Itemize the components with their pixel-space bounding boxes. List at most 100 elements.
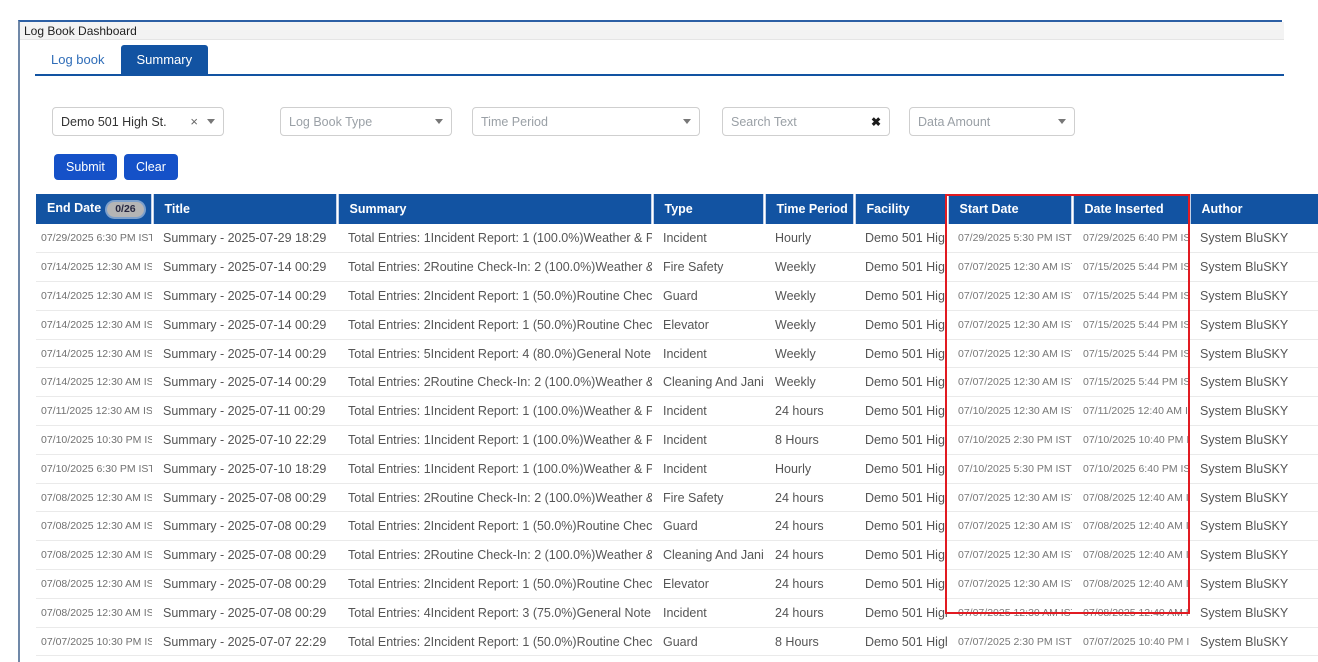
- cell-time-period: 8 Hours: [764, 627, 854, 656]
- cell-facility: Demo 501 High St.: [854, 310, 947, 339]
- cell-facility: Demo 501 High St.: [854, 253, 947, 282]
- summary-table: End Date0/26 Title Summary Type Time Per…: [36, 194, 1318, 656]
- facility-select-value: Demo 501 High St.: [61, 115, 184, 129]
- column-header-end-date[interactable]: End Date0/26: [36, 194, 152, 224]
- cell-title: Summary - 2025-07-10 22:29: [152, 426, 337, 455]
- data-amount-select[interactable]: Data Amount: [909, 107, 1075, 136]
- cell-type: Incident: [652, 426, 764, 455]
- cell-start-date: 07/07/2025 12:30 AM IST: [947, 310, 1072, 339]
- cell-start-date: 07/07/2025 12:30 AM IST: [947, 598, 1072, 627]
- cell-facility: Demo 501 High St.: [854, 570, 947, 599]
- cell-end-date: 07/11/2025 12:30 AM IST: [36, 397, 152, 426]
- cell-facility: Demo 501 High St.: [854, 483, 947, 512]
- cell-date-inserted: 07/15/2025 5:44 PM IST: [1072, 282, 1189, 311]
- cell-end-date: 07/08/2025 12:30 AM IST: [36, 598, 152, 627]
- cell-type: Elevator: [652, 570, 764, 599]
- log-book-type-select[interactable]: Log Book Type: [280, 107, 452, 136]
- table-row[interactable]: 07/10/2025 6:30 PM ISTSummary - 2025-07-…: [36, 454, 1318, 483]
- cell-time-period: Weekly: [764, 282, 854, 311]
- search-text-placeholder: Search Text: [731, 115, 863, 129]
- time-period-select[interactable]: Time Period: [472, 107, 700, 136]
- cell-summary: Total Entries: 2Routine Check-In: 2 (100…: [337, 253, 652, 282]
- cell-end-date: 07/08/2025 12:30 AM IST: [36, 483, 152, 512]
- column-header-end-date-label: End Date: [47, 201, 101, 215]
- facility-chevron-down-icon[interactable]: [207, 119, 215, 124]
- column-header-author[interactable]: Author: [1189, 194, 1318, 224]
- table-row[interactable]: 07/08/2025 12:30 AM ISTSummary - 2025-07…: [36, 598, 1318, 627]
- table-row[interactable]: 07/29/2025 6:30 PM ISTSummary - 2025-07-…: [36, 224, 1318, 253]
- cell-summary: Total Entries: 5Incident Report: 4 (80.0…: [337, 339, 652, 368]
- cell-time-period: 24 hours: [764, 541, 854, 570]
- column-header-facility[interactable]: Facility: [854, 194, 947, 224]
- cell-time-period: 24 hours: [764, 570, 854, 599]
- column-header-title[interactable]: Title: [152, 194, 337, 224]
- cell-end-date: 07/08/2025 12:30 AM IST: [36, 541, 152, 570]
- table-row[interactable]: 07/08/2025 12:30 AM ISTSummary - 2025-07…: [36, 541, 1318, 570]
- clear-button[interactable]: Clear: [124, 154, 178, 180]
- column-header-summary[interactable]: Summary: [337, 194, 652, 224]
- cell-facility: Demo 501 High St.: [854, 541, 947, 570]
- cell-time-period: Weekly: [764, 368, 854, 397]
- facility-select[interactable]: Demo 501 High St. ×: [52, 107, 224, 136]
- cell-author: System BluSKY: [1189, 310, 1318, 339]
- cell-type: Guard: [652, 627, 764, 656]
- table-row[interactable]: 07/08/2025 12:30 AM ISTSummary - 2025-07…: [36, 483, 1318, 512]
- cell-type: Incident: [652, 598, 764, 627]
- time-period-chevron-down-icon[interactable]: [683, 119, 691, 124]
- table-row[interactable]: 07/10/2025 10:30 PM ISTSummary - 2025-07…: [36, 426, 1318, 455]
- tab-summary[interactable]: Summary: [121, 45, 209, 74]
- cell-summary: Total Entries: 4Incident Report: 3 (75.0…: [337, 598, 652, 627]
- cell-title: Summary - 2025-07-08 00:29: [152, 541, 337, 570]
- tab-bar: Log book Summary: [35, 46, 208, 74]
- table-row[interactable]: 07/14/2025 12:30 AM ISTSummary - 2025-07…: [36, 310, 1318, 339]
- table-row[interactable]: 07/14/2025 12:30 AM ISTSummary - 2025-07…: [36, 368, 1318, 397]
- logbook-dashboard-panel: Log Book Dashboard Log book Summary Demo…: [18, 20, 1282, 662]
- cell-title: Summary - 2025-07-08 00:29: [152, 512, 337, 541]
- column-header-start-date[interactable]: Start Date: [947, 194, 1072, 224]
- cell-summary: Total Entries: 2Incident Report: 1 (50.0…: [337, 282, 652, 311]
- cell-title: Summary - 2025-07-07 22:29: [152, 627, 337, 656]
- cell-summary: Total Entries: 1Incident Report: 1 (100.…: [337, 224, 652, 253]
- cell-author: System BluSKY: [1189, 368, 1318, 397]
- table-row[interactable]: 07/11/2025 12:30 AM ISTSummary - 2025-07…: [36, 397, 1318, 426]
- cell-start-date: 07/07/2025 12:30 AM IST: [947, 282, 1072, 311]
- table-row[interactable]: 07/14/2025 12:30 AM ISTSummary - 2025-07…: [36, 339, 1318, 368]
- cell-author: System BluSKY: [1189, 397, 1318, 426]
- cell-time-period: Weekly: [764, 253, 854, 282]
- tab-log-book[interactable]: Log book: [35, 45, 121, 74]
- cell-time-period: Hourly: [764, 224, 854, 253]
- search-text-input[interactable]: Search Text ✖: [722, 107, 890, 136]
- cell-author: System BluSKY: [1189, 570, 1318, 599]
- cell-author: System BluSKY: [1189, 598, 1318, 627]
- column-header-time-period[interactable]: Time Period: [764, 194, 854, 224]
- cell-end-date: 07/14/2025 12:30 AM IST: [36, 368, 152, 397]
- column-header-type[interactable]: Type: [652, 194, 764, 224]
- summary-table-header: End Date0/26 Title Summary Type Time Per…: [36, 194, 1318, 224]
- cell-facility: Demo 501 High St.: [854, 627, 947, 656]
- cell-start-date: 07/07/2025 12:30 AM IST: [947, 339, 1072, 368]
- data-amount-chevron-down-icon[interactable]: [1058, 119, 1066, 124]
- cell-title: Summary - 2025-07-10 18:29: [152, 454, 337, 483]
- cell-summary: Total Entries: 1Incident Report: 1 (100.…: [337, 397, 652, 426]
- cell-summary: Total Entries: 2Incident Report: 1 (50.0…: [337, 627, 652, 656]
- column-header-date-inserted[interactable]: Date Inserted: [1072, 194, 1189, 224]
- cell-start-date: 07/07/2025 12:30 AM IST: [947, 541, 1072, 570]
- table-row[interactable]: 07/14/2025 12:30 AM ISTSummary - 2025-07…: [36, 253, 1318, 282]
- cell-author: System BluSKY: [1189, 253, 1318, 282]
- log-book-type-chevron-down-icon[interactable]: [435, 119, 443, 124]
- search-clear-icon[interactable]: ✖: [871, 115, 881, 129]
- cell-start-date: 07/07/2025 12:30 AM IST: [947, 512, 1072, 541]
- log-book-type-placeholder: Log Book Type: [289, 115, 435, 129]
- cell-author: System BluSKY: [1189, 339, 1318, 368]
- cell-time-period: 24 hours: [764, 512, 854, 541]
- cell-type: Guard: [652, 282, 764, 311]
- cell-time-period: Weekly: [764, 310, 854, 339]
- cell-date-inserted: 07/10/2025 6:40 PM IST: [1072, 454, 1189, 483]
- table-row[interactable]: 07/08/2025 12:30 AM ISTSummary - 2025-07…: [36, 570, 1318, 599]
- submit-button[interactable]: Submit: [54, 154, 117, 180]
- table-row[interactable]: 07/07/2025 10:30 PM ISTSummary - 2025-07…: [36, 627, 1318, 656]
- facility-clear-icon[interactable]: ×: [190, 114, 198, 129]
- cell-facility: Demo 501 High St.: [854, 282, 947, 311]
- table-row[interactable]: 07/08/2025 12:30 AM ISTSummary - 2025-07…: [36, 512, 1318, 541]
- table-row[interactable]: 07/14/2025 12:30 AM ISTSummary - 2025-07…: [36, 282, 1318, 311]
